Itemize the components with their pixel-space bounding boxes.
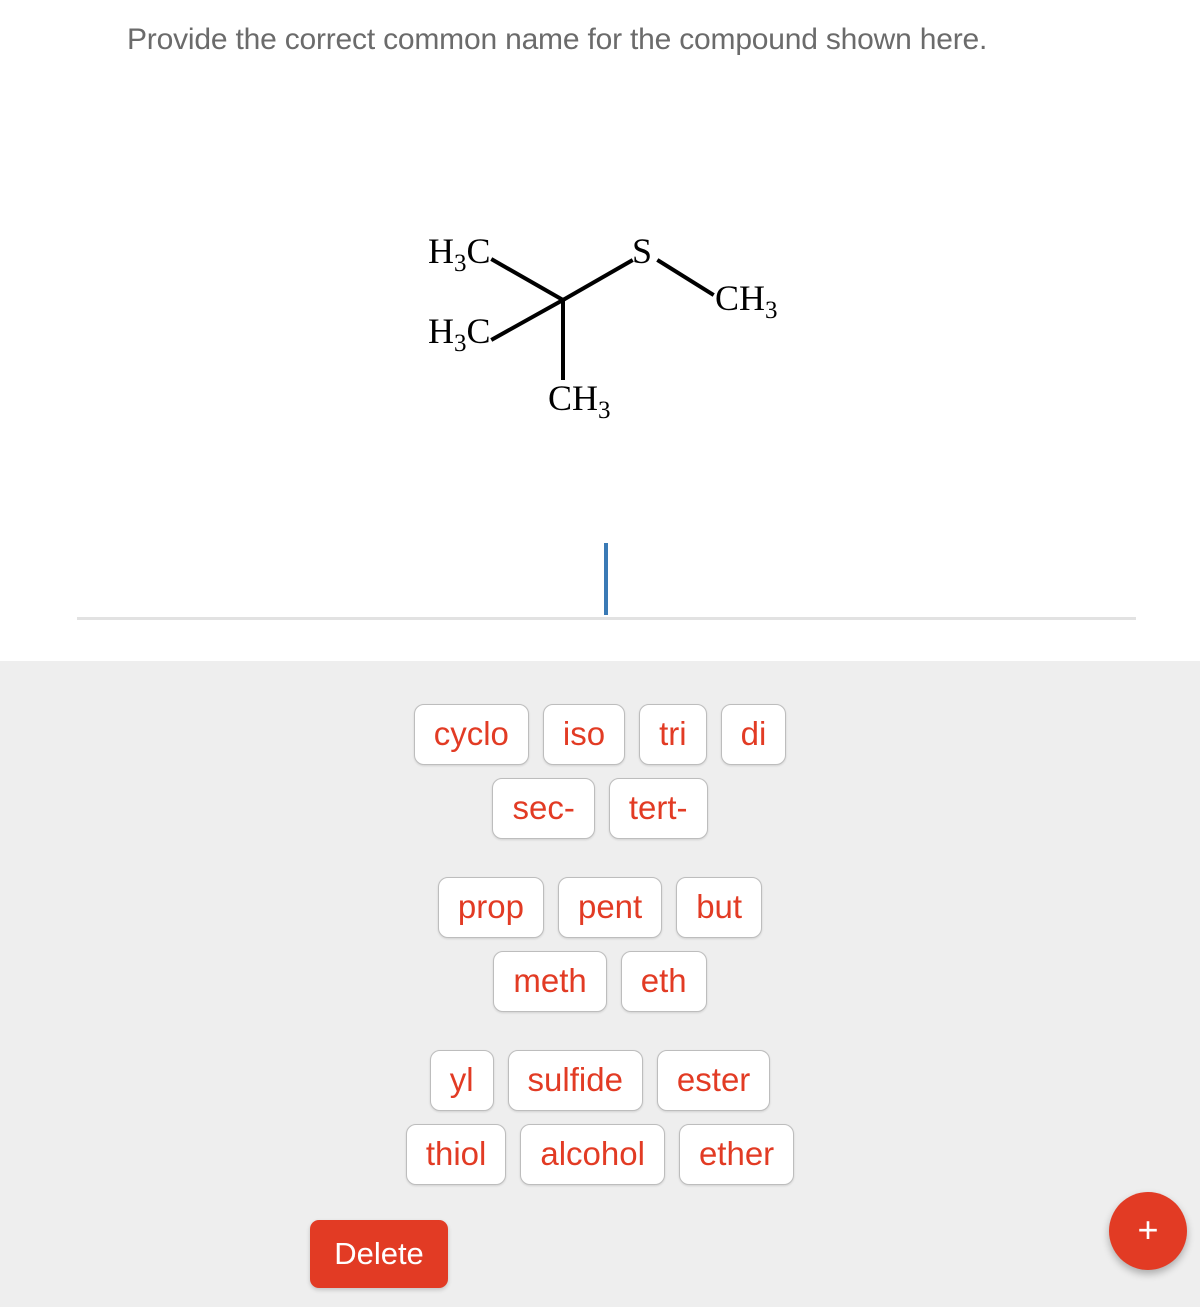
bond-c-to-methyl-top <box>490 257 566 303</box>
token-row-prefix-1: cyclo iso tri di <box>0 704 1200 765</box>
token-keyboard-panel: cyclo iso tri di sec- tert- prop pent bu… <box>0 661 1200 1307</box>
question-area: Provide the correct common name for the … <box>0 0 1200 661</box>
token-button-alcohol[interactable]: alcohol <box>520 1124 665 1185</box>
token-row-suffix-2: thiol alcohol ether <box>0 1124 1200 1185</box>
token-button-tert[interactable]: tert- <box>608 778 708 839</box>
bond-c-to-sulfur <box>560 258 634 303</box>
bond-c-to-methyl-bottom <box>490 297 566 342</box>
label-sulfur: S <box>632 231 652 271</box>
token-button-prop[interactable]: prop <box>437 877 544 938</box>
token-button-cyclo[interactable]: cyclo <box>413 704 529 765</box>
label-methyl-right: CH3 <box>715 278 778 324</box>
delete-button[interactable]: Delete <box>310 1220 448 1288</box>
token-button-eth[interactable]: eth <box>620 951 707 1012</box>
token-button-yl[interactable]: yl <box>429 1050 494 1111</box>
label-methyl-bottom-left: H3C <box>428 311 491 357</box>
token-button-iso[interactable]: iso <box>542 704 626 765</box>
token-button-but[interactable]: but <box>676 877 763 938</box>
token-row-prefix-2: sec- tert- <box>0 778 1200 839</box>
token-button-pent[interactable]: pent <box>557 877 663 938</box>
token-row-stem-2: meth eth <box>0 951 1200 1012</box>
text-caret <box>604 543 608 615</box>
bond-sulfur-to-methyl <box>656 258 715 297</box>
token-button-meth[interactable]: meth <box>493 951 607 1012</box>
token-button-tri[interactable]: tri <box>639 704 707 765</box>
token-row-suffix-1: yl sulfide ester <box>0 1050 1200 1111</box>
question-prompt: Provide the correct common name for the … <box>127 23 988 56</box>
bond-lines <box>490 257 715 380</box>
plus-icon: + <box>1137 1208 1159 1250</box>
label-methyl-bottom: CH3 <box>548 378 611 424</box>
token-button-di[interactable]: di <box>720 704 787 765</box>
label-methyl-top-left: H3C <box>428 231 491 277</box>
token-button-ether[interactable]: ether <box>678 1124 795 1185</box>
answer-input[interactable] <box>77 535 1136 620</box>
token-button-ester[interactable]: ester <box>656 1050 771 1111</box>
add-fab-button[interactable]: + <box>1109 1192 1187 1270</box>
token-button-thiol[interactable]: thiol <box>405 1124 507 1185</box>
token-button-sulfide[interactable]: sulfide <box>507 1050 643 1111</box>
token-button-sec[interactable]: sec- <box>492 778 595 839</box>
molecule-structure: H3C H3C CH3 S CH3 <box>400 215 820 430</box>
answer-input-underline <box>77 617 1136 620</box>
token-row-stem-1: prop pent but <box>0 877 1200 938</box>
